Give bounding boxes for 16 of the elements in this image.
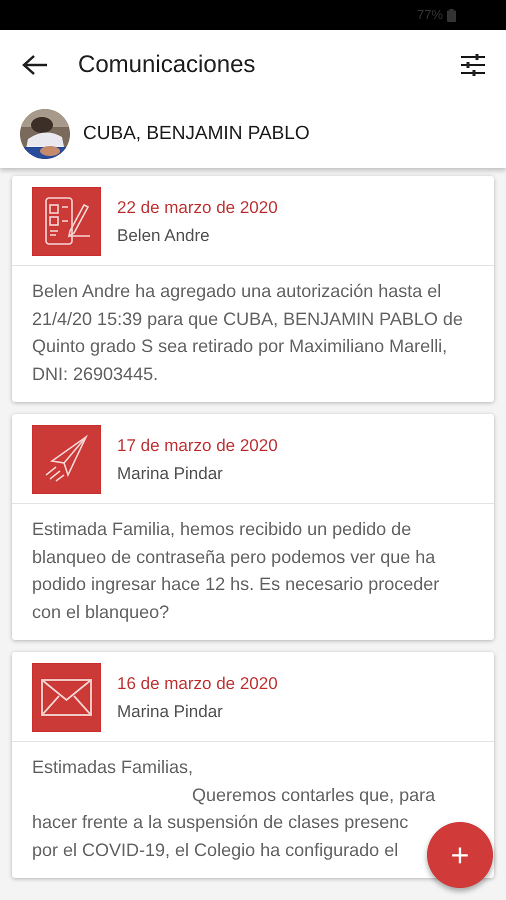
message-author: Belen Andre: [117, 225, 211, 247]
filter-icon[interactable]: [460, 54, 486, 76]
message-date: 16 de marzo de 2020: [117, 672, 278, 694]
message-date: 22 de marzo de 2020: [117, 196, 278, 218]
message-text: Estimada Familia, hemos recibido un pedido de blanqueo de contraseña pero podemos ver que ha podido ingresar hace 12 hs. Es necesario proceder con el blanqueo?: [32, 518, 440, 624]
message-author: Marina Pindar: [117, 463, 224, 485]
paper-plane-icon: [32, 425, 101, 494]
message-text: Belen Andre ha agregado una autorización hasta el 21/4/20 15:39 para que CUBA, BENJAMIN PABLO de Quinto grado S sea retirado por Maximiliano Marelli, DNI: 26903445.: [32, 280, 464, 386]
battery-icon: [447, 8, 456, 22]
message-date: 17 de marzo de 2020: [117, 434, 278, 456]
envelope-icon: [32, 663, 101, 732]
message-author: Marina Pindar: [117, 701, 224, 723]
student-name: CUBA, BENJAMIN PABLO: [83, 122, 310, 146]
back-icon[interactable]: [22, 54, 48, 76]
page-title: Comunicaciones: [78, 50, 256, 80]
phone-signature-icon: [32, 187, 101, 256]
